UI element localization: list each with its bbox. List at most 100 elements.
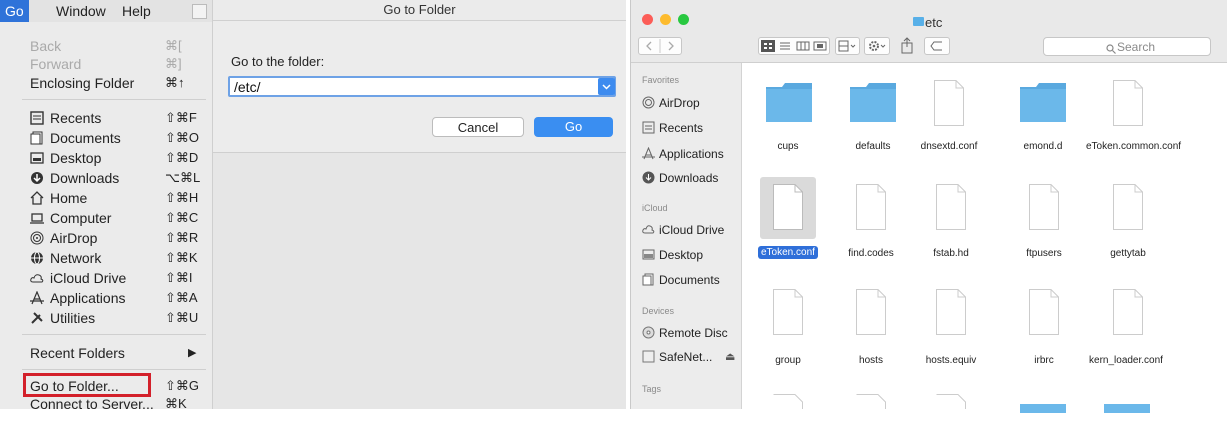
document-icon[interactable] — [1029, 184, 1059, 230]
dialog-prompt: Go to the folder: — [231, 54, 325, 69]
back-forward-arrows-icon — [646, 39, 674, 53]
menubar-go[interactable]: Go — [0, 0, 29, 22]
cancel-button[interactable]: Cancel — [432, 117, 524, 137]
file-name[interactable]: eToken.common.conf — [1086, 141, 1181, 153]
drive-icon — [642, 350, 655, 363]
recents-icon — [642, 121, 655, 134]
menu-item-label: Desktop — [50, 150, 102, 166]
file-name-selected[interactable]: eToken.conf — [758, 246, 818, 259]
eject-icon[interactable]: ⏏ — [725, 349, 735, 365]
document-icon[interactable] — [773, 394, 803, 440]
file-name[interactable]: fstab.hd — [911, 248, 991, 259]
document-icon[interactable] — [856, 394, 886, 440]
file-name[interactable]: dnsextd.conf — [909, 141, 989, 152]
menu-item-connect-to-server[interactable]: Connect to Server... ⌘K — [0, 394, 212, 414]
folder-icon[interactable] — [1020, 400, 1066, 413]
menu-item-label: AirDrop — [50, 230, 98, 246]
menu-item-network[interactable]: Network ⇧⌘K — [0, 248, 212, 268]
menu-item-shortcut: ⌥⌘L — [165, 170, 201, 185]
disc-icon — [642, 326, 655, 339]
menu-item-recents[interactable]: Recents ⇧⌘F — [0, 108, 212, 128]
document-icon[interactable] — [936, 184, 966, 230]
document-icon[interactable] — [773, 289, 803, 335]
document-icon[interactable] — [856, 184, 886, 230]
file-name[interactable]: defaults — [833, 141, 913, 152]
sidebar-section-devices: Devices — [642, 306, 675, 316]
file-name[interactable]: hosts.equiv — [911, 355, 991, 366]
menu-item-computer[interactable]: Computer ⇧⌘C — [0, 208, 212, 228]
share-icon — [901, 37, 913, 54]
folder-icon[interactable] — [850, 83, 896, 122]
back-forward-buttons[interactable] — [638, 37, 682, 55]
file-name[interactable]: find.codes — [831, 248, 911, 259]
document-icon[interactable] — [773, 184, 803, 230]
document-icon[interactable] — [1113, 184, 1143, 230]
file-name[interactable]: ftpusers — [1004, 248, 1084, 259]
menu-separator — [22, 369, 206, 370]
menu-item-home[interactable]: Home ⇧⌘H — [0, 188, 212, 208]
menu-item-label: Connect to Server... — [30, 396, 154, 412]
menu-item-recent-folders[interactable]: Recent Folders ▶ — [0, 343, 212, 363]
arrange-button[interactable] — [835, 37, 860, 55]
airdrop-icon — [30, 231, 44, 245]
menu-item-icloud-drive[interactable]: iCloud Drive ⇧⌘I — [0, 268, 212, 288]
document-icon[interactable] — [936, 394, 966, 440]
menubar-window[interactable]: Window — [56, 0, 106, 22]
file-name[interactable]: emond.d — [1003, 141, 1083, 152]
documents-icon — [642, 273, 654, 286]
file-name[interactable]: irbrc — [1004, 355, 1084, 366]
minimize-window-button[interactable] — [660, 14, 671, 25]
menu-item-label: Recents — [50, 110, 102, 126]
file-name[interactable]: gettytab — [1088, 248, 1168, 259]
edit-tags-button[interactable] — [924, 37, 950, 55]
computer-icon — [30, 213, 44, 224]
applications-icon — [642, 147, 655, 160]
document-icon[interactable] — [1113, 80, 1143, 126]
menu-item-label: iCloud Drive — [50, 270, 127, 286]
sidebar-item-label: Applications — [659, 147, 724, 161]
action-button[interactable] — [864, 37, 890, 55]
menu-item-desktop[interactable]: Desktop ⇧⌘D — [0, 148, 212, 168]
zoom-window-button[interactable] — [678, 14, 689, 25]
menu-item-enclosing-folder[interactable]: Enclosing Folder ⌘↑ — [0, 73, 212, 93]
menu-item-applications[interactable]: Applications ⇧⌘A — [0, 288, 212, 308]
file-name[interactable]: kern_loader.conf — [1086, 355, 1166, 366]
document-icon[interactable] — [1029, 289, 1059, 335]
menu-item-shortcut: ⇧⌘G — [165, 378, 200, 393]
downloads-icon — [31, 172, 43, 184]
menu-item-forward: Forward ⌘] — [0, 54, 212, 74]
view-mode-buttons[interactable] — [758, 37, 830, 55]
document-icon[interactable] — [856, 289, 886, 335]
document-icon[interactable] — [934, 80, 964, 126]
document-icon[interactable] — [1113, 289, 1143, 335]
folder-icon[interactable] — [1020, 83, 1066, 122]
applications-icon — [30, 291, 44, 305]
file-name[interactable]: group — [748, 355, 828, 366]
folder-icon[interactable] — [766, 83, 812, 122]
menu-item-label: Home — [50, 190, 88, 206]
menu-item-shortcut: ⇧⌘C — [165, 210, 199, 225]
menu-item-documents[interactable]: Documents ⇧⌘O — [0, 128, 212, 148]
menu-item-shortcut: ⇧⌘R — [165, 230, 199, 245]
folder-path-input[interactable] — [228, 76, 616, 97]
menubar-help[interactable]: Help — [122, 0, 151, 22]
menu-item-downloads[interactable]: Downloads ⌥⌘L — [0, 168, 212, 188]
document-icon[interactable] — [936, 289, 966, 335]
sidebar-item-label: iCloud Drive — [659, 223, 725, 237]
downloads-icon — [642, 171, 655, 184]
path-history-dropdown[interactable] — [598, 78, 615, 95]
network-icon — [31, 251, 43, 265]
menu-item-airdrop[interactable]: AirDrop ⇧⌘R — [0, 228, 212, 248]
file-name[interactable]: hosts — [831, 355, 911, 366]
folder-icon — [913, 17, 924, 26]
menu-item-utilities[interactable]: Utilities ⇧⌘U — [0, 308, 212, 328]
menu-item-shortcut: ⌘] — [165, 56, 182, 71]
menu-item-label: Network — [50, 250, 102, 266]
menu-item-shortcut: ⇧⌘D — [165, 150, 199, 165]
share-button[interactable] — [896, 37, 918, 55]
menu-item-label: Utilities — [50, 310, 96, 326]
close-window-button[interactable] — [642, 14, 653, 25]
folder-icon[interactable] — [1104, 400, 1150, 413]
go-button[interactable]: Go — [534, 117, 613, 137]
file-name[interactable]: cups — [748, 141, 828, 152]
